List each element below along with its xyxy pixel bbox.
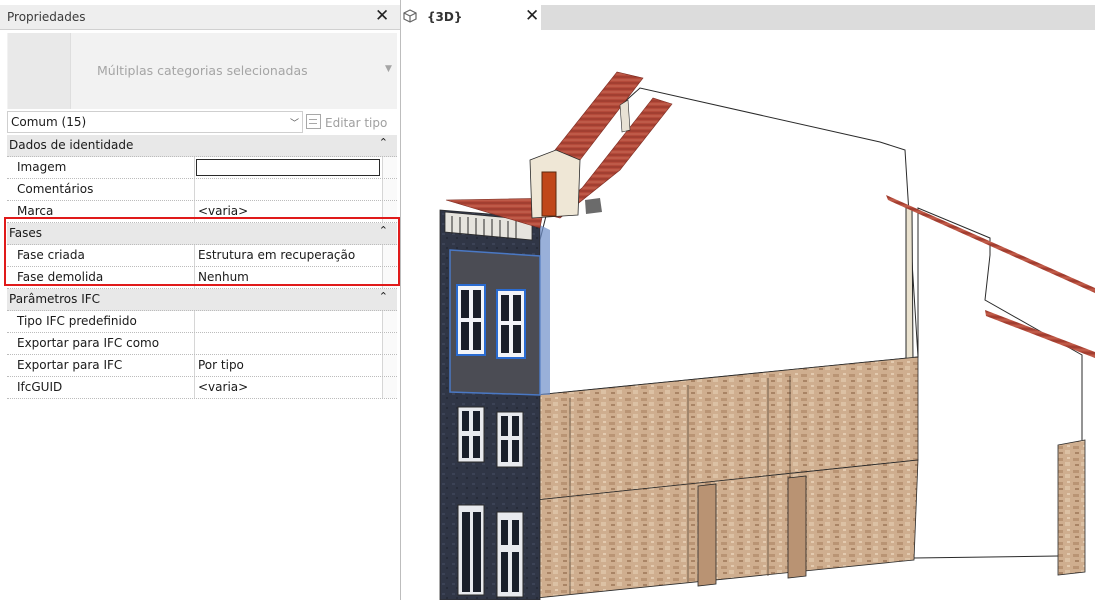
type-preview-image <box>8 33 71 109</box>
property-value[interactable]: Por tipo <box>198 358 244 372</box>
collapse-icon[interactable]: ⌃ <box>379 136 388 149</box>
properties-title: Propriedades <box>7 10 86 24</box>
chevron-down-icon[interactable]: ﹀ <box>290 116 299 129</box>
scrollbar[interactable] <box>382 179 397 200</box>
group-title: Parâmetros IFC <box>9 292 101 306</box>
phases-highlight-frame <box>4 217 400 286</box>
property-name: Exportar para IFC como <box>17 336 160 350</box>
3d-viewport[interactable] <box>401 30 1095 601</box>
edit-type-button[interactable]: Editar tipo <box>306 114 387 130</box>
edit-type-icon <box>306 114 321 129</box>
group-header-identity[interactable]: Dados de identidade ⌃ <box>7 135 397 157</box>
instance-filter-label: Comum (15) <box>11 115 87 129</box>
property-name: Exportar para IFC <box>17 358 123 372</box>
image-value-field[interactable] <box>196 159 380 176</box>
property-row[interactable]: Exportar para IFC Por tipo <box>7 355 397 377</box>
group-header-ifc[interactable]: Parâmetros IFC ⌃ <box>7 289 397 311</box>
instance-filter-select[interactable]: Comum (15) ﹀ <box>7 111 303 133</box>
property-name: Comentários <box>17 182 94 196</box>
properties-title-bar: Propriedades ✕ <box>0 5 400 30</box>
property-name: Imagem <box>17 160 67 174</box>
group-title: Dados de identidade <box>9 138 134 152</box>
type-selector-dropdown-icon[interactable]: ▼ <box>385 64 392 74</box>
scrollbar[interactable] <box>382 355 397 376</box>
collapse-icon[interactable]: ⌃ <box>379 290 388 303</box>
close-properties-icon[interactable]: ✕ <box>375 6 389 26</box>
building-model[interactable] <box>401 30 1095 601</box>
properties-palette: Propriedades ✕ Múltiplas categorias sele… <box>0 0 401 600</box>
scrollbar[interactable] <box>382 157 397 178</box>
tab-label: {3D} <box>427 10 463 24</box>
type-selector-label: Múltiplas categorias selecionadas <box>97 63 308 78</box>
property-row[interactable]: Imagem <box>7 157 397 179</box>
scrollbar[interactable] <box>382 311 397 332</box>
scrollbar[interactable] <box>382 377 397 398</box>
property-row[interactable]: Comentários <box>7 179 397 201</box>
close-tab-icon[interactable]: ✕ <box>525 6 539 26</box>
view-tab-bar: {3D} ✕ <box>401 5 1095 30</box>
edit-type-label: Editar tipo <box>325 116 388 130</box>
property-name: IfcGUID <box>17 380 63 394</box>
scrollbar[interactable] <box>382 333 397 354</box>
property-row[interactable]: Tipo IFC predefinido <box>7 311 397 333</box>
property-row[interactable]: Exportar para IFC como <box>7 333 397 355</box>
property-value[interactable]: <varia> <box>198 380 248 394</box>
property-name: Tipo IFC predefinido <box>17 314 137 328</box>
property-row[interactable]: IfcGUID <varia> <box>7 377 397 399</box>
instance-row: Comum (15) ﹀ Editar tipo <box>7 111 397 133</box>
property-name: Marca <box>17 204 54 218</box>
property-value[interactable]: <varia> <box>198 204 248 218</box>
type-selector[interactable]: Múltiplas categorias selecionadas ▼ <box>7 33 397 109</box>
tab-3d-view[interactable]: {3D} ✕ <box>401 5 541 30</box>
3d-view-icon <box>403 9 417 23</box>
